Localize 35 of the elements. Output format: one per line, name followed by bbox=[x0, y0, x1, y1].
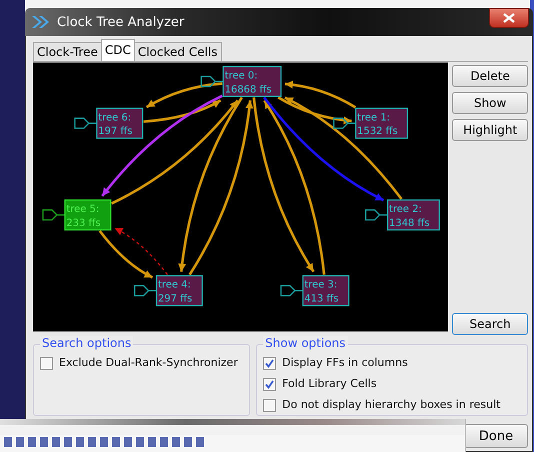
search-button[interactable]: Search bbox=[452, 313, 528, 335]
checkbox-option[interactable]: Exclude Dual-Rank-Synchronizer bbox=[40, 355, 246, 371]
port-icon bbox=[333, 118, 356, 129]
port-icon bbox=[134, 285, 158, 296]
checkbox-option[interactable]: Display FFs in columns bbox=[263, 355, 523, 371]
tree-node[interactable]: tree 6: 197 ffs bbox=[96, 108, 144, 139]
side-button[interactable]: Delete bbox=[452, 65, 528, 87]
checkbox[interactable] bbox=[40, 356, 53, 370]
side-button[interactable]: Show bbox=[452, 92, 528, 114]
close-icon bbox=[503, 13, 515, 23]
close-button[interactable] bbox=[489, 8, 529, 28]
checkbox[interactable] bbox=[263, 356, 276, 370]
port-icon bbox=[365, 209, 388, 221]
chevron-logo-icon bbox=[31, 14, 51, 30]
checkbox-option[interactable]: Fold Library Cells bbox=[263, 376, 523, 392]
tab[interactable]: Clock-Tree bbox=[33, 42, 102, 61]
window-title: Clock Tree Analyzer bbox=[57, 14, 186, 30]
port-icon bbox=[42, 209, 66, 221]
group-title: Search options bbox=[40, 336, 134, 350]
port-icon bbox=[74, 118, 98, 129]
done-button[interactable]: Done bbox=[464, 424, 528, 448]
tab[interactable]: Clocked Cells bbox=[134, 42, 222, 61]
tree-node[interactable]: tree 0: 16868 ffs bbox=[222, 66, 282, 97]
checkbox[interactable] bbox=[263, 378, 276, 390]
port-icon bbox=[200, 76, 224, 88]
side-button[interactable]: Highlight bbox=[452, 119, 528, 141]
tab[interactable]: CDC bbox=[100, 39, 135, 61]
tree-node[interactable]: tree 3: 413 ffs bbox=[302, 275, 350, 306]
group-title: Show options bbox=[263, 336, 348, 350]
tree-node[interactable]: tree 2: 1348 ffs bbox=[386, 199, 440, 230]
checkbox-option[interactable]: Do not display hierarchy boxes in result bbox=[263, 397, 523, 413]
tree-node[interactable]: tree 4: 297 ffs bbox=[156, 275, 203, 306]
port-icon bbox=[280, 285, 304, 296]
checkbox[interactable] bbox=[263, 398, 276, 412]
tree-node[interactable]: tree 1: 1532 ffs bbox=[355, 108, 408, 139]
